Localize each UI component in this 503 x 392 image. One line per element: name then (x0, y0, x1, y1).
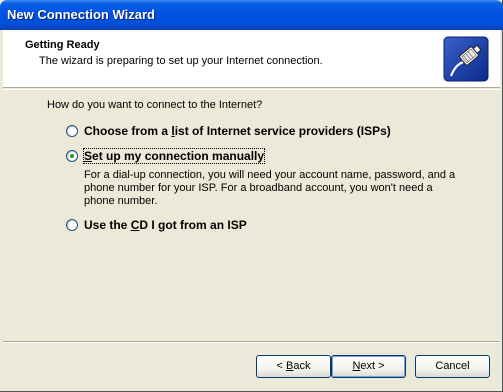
connection-plug-icon (443, 36, 489, 82)
header-title: Getting Ready (25, 39, 100, 51)
option-isp-cd-label[interactable]: Use the CD I got from an ISP (84, 218, 247, 232)
option-isp-cd[interactable]: Use the CD I got from an ISP (66, 218, 247, 232)
back-button[interactable]: < Back (256, 355, 331, 378)
window-title: New Connection Wizard (7, 7, 155, 22)
title-bar[interactable]: New Connection Wizard (0, 0, 503, 30)
connect-question: How do you want to connect to the Intern… (47, 99, 263, 111)
option-isp-list[interactable]: Choose from a list of Internet service p… (66, 124, 391, 138)
wizard-window: New Connection Wizard Getting Ready The … (0, 0, 503, 392)
radio-manual[interactable] (66, 150, 78, 162)
option-manual-description: For a dial-up connection, you will need … (84, 169, 456, 207)
cancel-button[interactable]: Cancel (415, 355, 490, 378)
option-manual[interactable]: Set up my connection manually (66, 148, 266, 164)
header-subtitle: The wizard is preparing to set up your I… (39, 55, 323, 67)
next-button[interactable]: Next > (331, 355, 406, 378)
header-divider (3, 89, 500, 90)
option-isp-list-label[interactable]: Choose from a list of Internet service p… (84, 124, 391, 138)
wizard-header: Getting Ready The wizard is preparing to… (3, 30, 500, 88)
radio-isp-list[interactable] (66, 125, 78, 137)
radio-isp-cd[interactable] (66, 219, 78, 231)
button-separator (3, 341, 500, 343)
option-manual-label[interactable]: Set up my connection manually (82, 148, 266, 164)
